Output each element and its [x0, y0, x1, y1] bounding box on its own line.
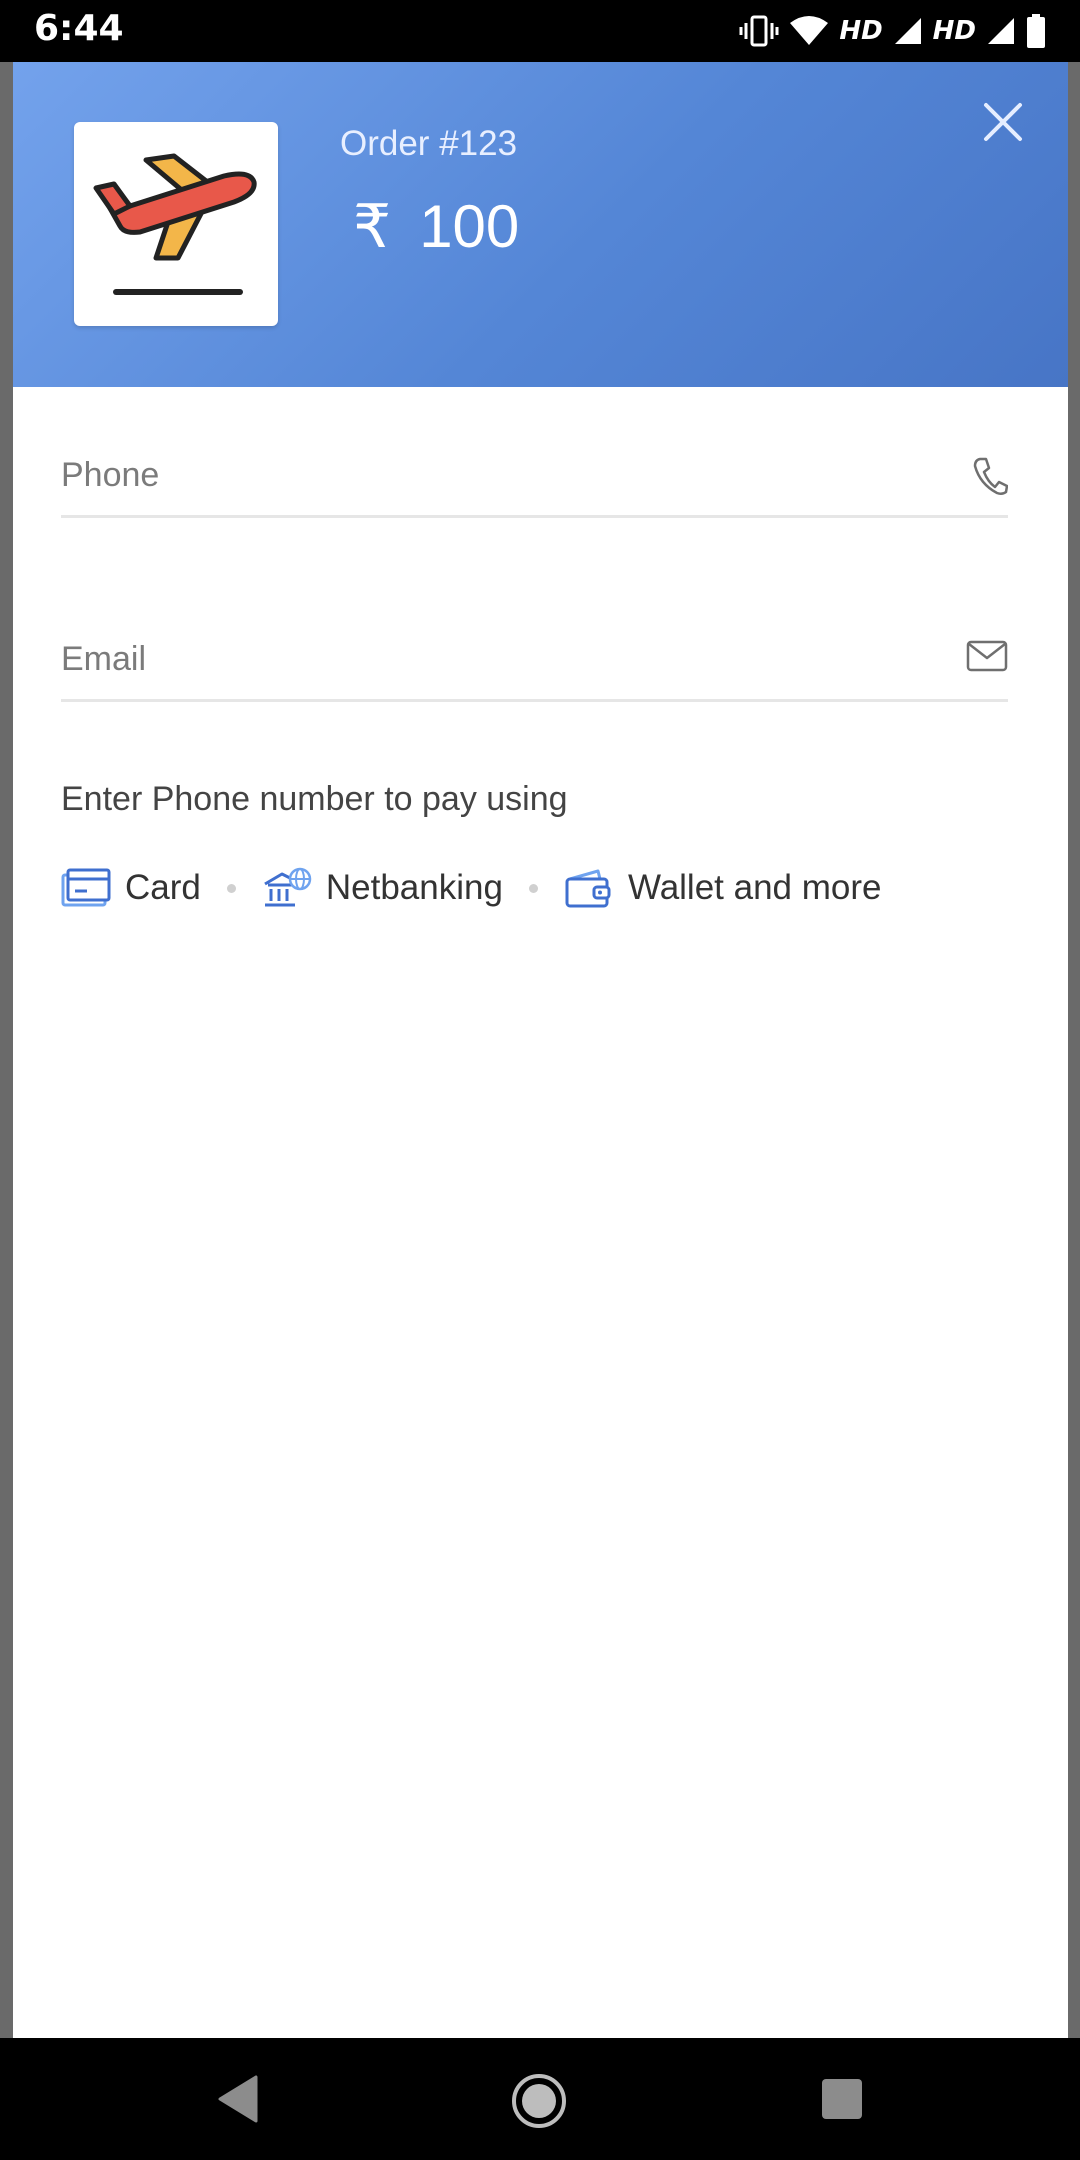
bank-icon — [264, 867, 312, 907]
battery-icon — [1027, 14, 1045, 48]
recent-apps-icon[interactable] — [820, 2071, 864, 2127]
email-input[interactable] — [61, 634, 921, 684]
status-time: 6:44 — [34, 8, 124, 49]
payment-method-wallet[interactable]: Wallet and more — [564, 867, 882, 909]
phone-icon — [973, 457, 1008, 496]
currency-symbol: ₹ — [353, 193, 392, 260]
payment-methods: Card Netbanking Wallet and more — [61, 858, 881, 918]
merchant-logo — [74, 122, 278, 326]
network-type-label: HD — [839, 16, 883, 46]
network-type-label-2: HD — [932, 16, 976, 46]
airplane-takeoff-icon — [93, 153, 257, 295]
backdrop-right[interactable] — [1068, 62, 1080, 2038]
payment-method-card-label: Card — [125, 868, 201, 907]
navigation-bar — [0, 2038, 1080, 2160]
wallet-icon — [565, 869, 611, 908]
checkout-modal: Order #123 ₹ 100 — [13, 62, 1068, 2038]
signal-icon — [894, 18, 921, 44]
status-bar: 6:44 HD HD — [0, 0, 1080, 62]
close-button[interactable] — [978, 97, 1028, 147]
phone-input[interactable] — [61, 450, 921, 500]
status-icons: HD HD — [739, 10, 1046, 52]
email-field[interactable] — [61, 612, 1008, 702]
order-number: Order #123 — [340, 124, 518, 163]
order-amount: ₹ 100 — [353, 192, 519, 262]
separator-dot — [226, 883, 236, 893]
wifi-icon — [790, 16, 829, 45]
amount-value: 100 — [419, 193, 520, 260]
home-circle-icon[interactable] — [509, 2071, 569, 2131]
checkout-header: Order #123 ₹ 100 — [13, 62, 1068, 387]
back-triangle-icon[interactable] — [216, 2071, 260, 2127]
payment-method-wallet-label: Wallet and more — [627, 868, 882, 907]
backdrop-left[interactable] — [0, 62, 13, 2038]
payment-hint: Enter Phone number to pay using — [61, 780, 568, 818]
phone-field[interactable] — [61, 428, 1008, 518]
signal-icon-2 — [988, 18, 1014, 44]
payment-method-card[interactable]: Card — [61, 867, 201, 909]
card-icon — [61, 868, 111, 907]
mail-icon — [966, 640, 1008, 672]
separator-dot — [528, 883, 538, 893]
payment-method-netbanking[interactable]: Netbanking — [262, 867, 503, 909]
payment-method-netbanking-label: Netbanking — [325, 868, 503, 907]
vibrate-icon — [739, 15, 779, 47]
close-icon[interactable] — [978, 97, 1028, 147]
